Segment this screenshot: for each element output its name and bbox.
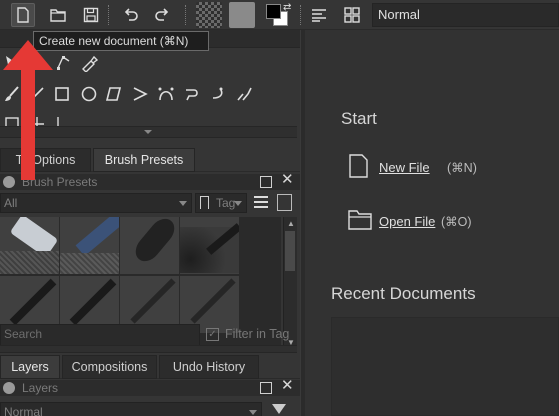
brush-search-input[interactable]: Search [0,324,200,346]
new-document-button[interactable] [11,3,35,27]
bezier-curve-tool-icon[interactable] [156,84,176,104]
edit-shapes-tool-icon[interactable] [53,53,73,73]
folder-icon [50,9,66,22]
recent-documents-list [331,317,559,416]
red-arrow-annotation [3,40,53,180]
gradient-swatch[interactable] [229,2,255,28]
scrollbar-thumb[interactable] [285,231,295,271]
scroll-up-icon[interactable]: ▲ [287,219,295,228]
tab-compositions[interactable]: Compositions [62,355,157,379]
open-file-shortcut: (⌘O) [441,215,472,229]
toolbar-separator [300,5,302,25]
brush-info-icon[interactable] [277,194,292,211]
start-heading: Start [341,109,377,128]
brush-preset-item[interactable] [180,217,239,274]
new-file-link[interactable]: New File [379,160,430,175]
close-icon[interactable]: ✕ [281,172,294,188]
open-document-button[interactable] [46,3,70,27]
brush-preset-item[interactable] [60,217,119,274]
crop-tool-icon[interactable] [52,114,72,126]
brush-preset-item[interactable] [120,217,179,274]
layer-blend-mode-select[interactable]: Normal [0,402,262,416]
open-file-icon[interactable] [348,208,372,230]
recent-documents-heading: Recent Documents [331,284,476,303]
lock-icon[interactable] [3,382,15,394]
dynamic-brush-tool-icon[interactable] [208,84,228,104]
save-icon [83,7,99,23]
undo-button[interactable] [119,3,143,27]
chevron-down-icon [249,410,257,415]
fill-pattern-swatch[interactable] [196,2,222,28]
main-toolbar: ⇄ Normal [0,0,559,30]
chevron-down-icon [234,201,242,206]
brush-settings-button[interactable] [307,3,331,27]
swap-colors-icon[interactable]: ⇄ [283,2,291,13]
blending-mode-select[interactable]: Normal [372,3,559,27]
tag-select[interactable]: Tag [195,193,247,213]
freehand-path-tool-icon[interactable] [182,84,202,104]
grid-icon [344,7,360,23]
polygon-tool-icon[interactable] [104,84,124,104]
filter-icon[interactable] [272,404,286,414]
rectangle-tool-icon[interactable] [52,84,72,104]
polyline-tool-icon[interactable] [130,84,150,104]
multibrush-tool-icon[interactable] [234,84,254,104]
new-file-icon[interactable] [349,154,368,178]
foreground-background-colors[interactable]: ⇄ [264,2,294,28]
close-icon[interactable]: ✕ [281,378,294,394]
panel-splitter[interactable] [0,345,297,353]
welcome-panel: Start New File (⌘N) Open File (⌘O) Recen… [305,30,559,416]
undo-icon [124,8,138,21]
new-file-shortcut: (⌘N) [447,161,477,175]
tab-brush-presets[interactable]: Brush Presets [93,148,195,172]
float-panel-icon[interactable] [260,176,272,188]
chevron-down-icon [179,201,187,206]
redo-icon [155,8,169,21]
toolbar-separator [185,5,187,25]
foreground-color-swatch[interactable] [266,4,281,19]
new-document-icon [17,7,29,23]
layers-tabs: Layers Compositions Undo History [0,355,300,379]
save-button[interactable] [79,3,103,27]
grid-layout-button[interactable] [340,3,364,27]
brush-settings-icon [312,9,326,22]
bookmark-icon [200,196,209,209]
tab-undo-history[interactable]: Undo History [159,355,259,379]
filter-in-tag-label: Filter in Tag [225,327,290,341]
brush-filter-select[interactable]: All [0,193,192,213]
ellipse-tool-icon[interactable] [79,84,99,104]
float-panel-icon[interactable] [260,382,272,394]
view-menu-icon[interactable] [254,196,268,208]
open-file-link[interactable]: Open File [379,214,435,229]
layers-header: Layers ✕ [0,378,300,396]
toolbar-separator [108,5,110,25]
calligraphy-tool-icon[interactable] [79,53,99,73]
new-document-tooltip: Create new document (⌘N) [33,31,209,51]
brush-preset-item[interactable] [0,217,59,274]
layers-title: Layers [22,381,59,395]
redo-button[interactable] [150,3,174,27]
filter-in-tag-checkbox[interactable]: ✓ [206,328,219,341]
tab-layers[interactable]: Layers [0,355,60,379]
